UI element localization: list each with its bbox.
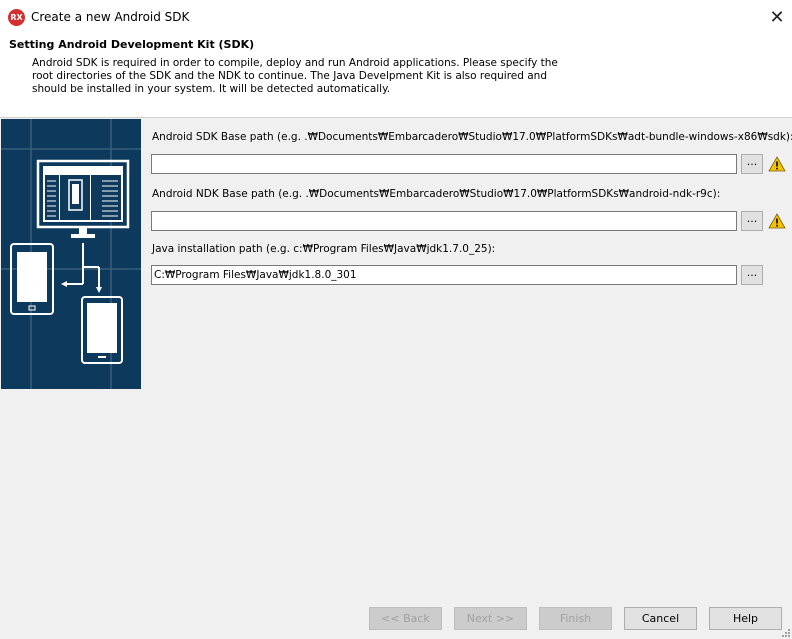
java-path-input[interactable] <box>151 265 737 285</box>
next-button[interactable]: Next >> <box>454 607 527 630</box>
header-divider <box>0 117 792 118</box>
window-title: Create a new Android SDK <box>31 10 190 24</box>
java-path-label: Java installation path (e.g. c:₩Program … <box>152 243 496 255</box>
resize-grip-icon[interactable] <box>780 627 791 638</box>
page-title: Setting Android Development Kit (SDK) <box>9 38 255 51</box>
ndk-path-input[interactable] <box>151 211 737 231</box>
side-illustration <box>1 119 141 389</box>
devices-illustration-icon <box>1 119 141 389</box>
sdk-warning-icon <box>768 156 786 172</box>
finish-button[interactable]: Finish <box>539 607 612 630</box>
ndk-warning-icon <box>768 213 786 229</box>
help-button[interactable]: Help <box>709 607 782 630</box>
sdk-browse-button[interactable]: ... <box>741 154 763 174</box>
close-button[interactable]: ✕ <box>762 4 792 31</box>
title-bar: RX Create a new Android SDK ✕ <box>0 0 792 35</box>
cancel-button[interactable]: Cancel <box>624 607 697 630</box>
app-logo-icon: RX <box>8 9 25 26</box>
page-description: Android SDK is required in order to comp… <box>32 57 558 95</box>
ndk-browse-button[interactable]: ... <box>741 211 763 231</box>
sdk-path-input[interactable] <box>151 154 737 174</box>
java-browse-button[interactable]: ... <box>741 265 763 285</box>
back-button[interactable]: << Back <box>369 607 442 630</box>
ndk-path-label: Android NDK Base path (e.g. .₩Documents₩… <box>152 188 721 200</box>
sdk-path-label: Android SDK Base path (e.g. .₩Documents₩… <box>152 131 792 143</box>
wizard-header: Setting Android Development Kit (SDK) An… <box>0 35 792 117</box>
